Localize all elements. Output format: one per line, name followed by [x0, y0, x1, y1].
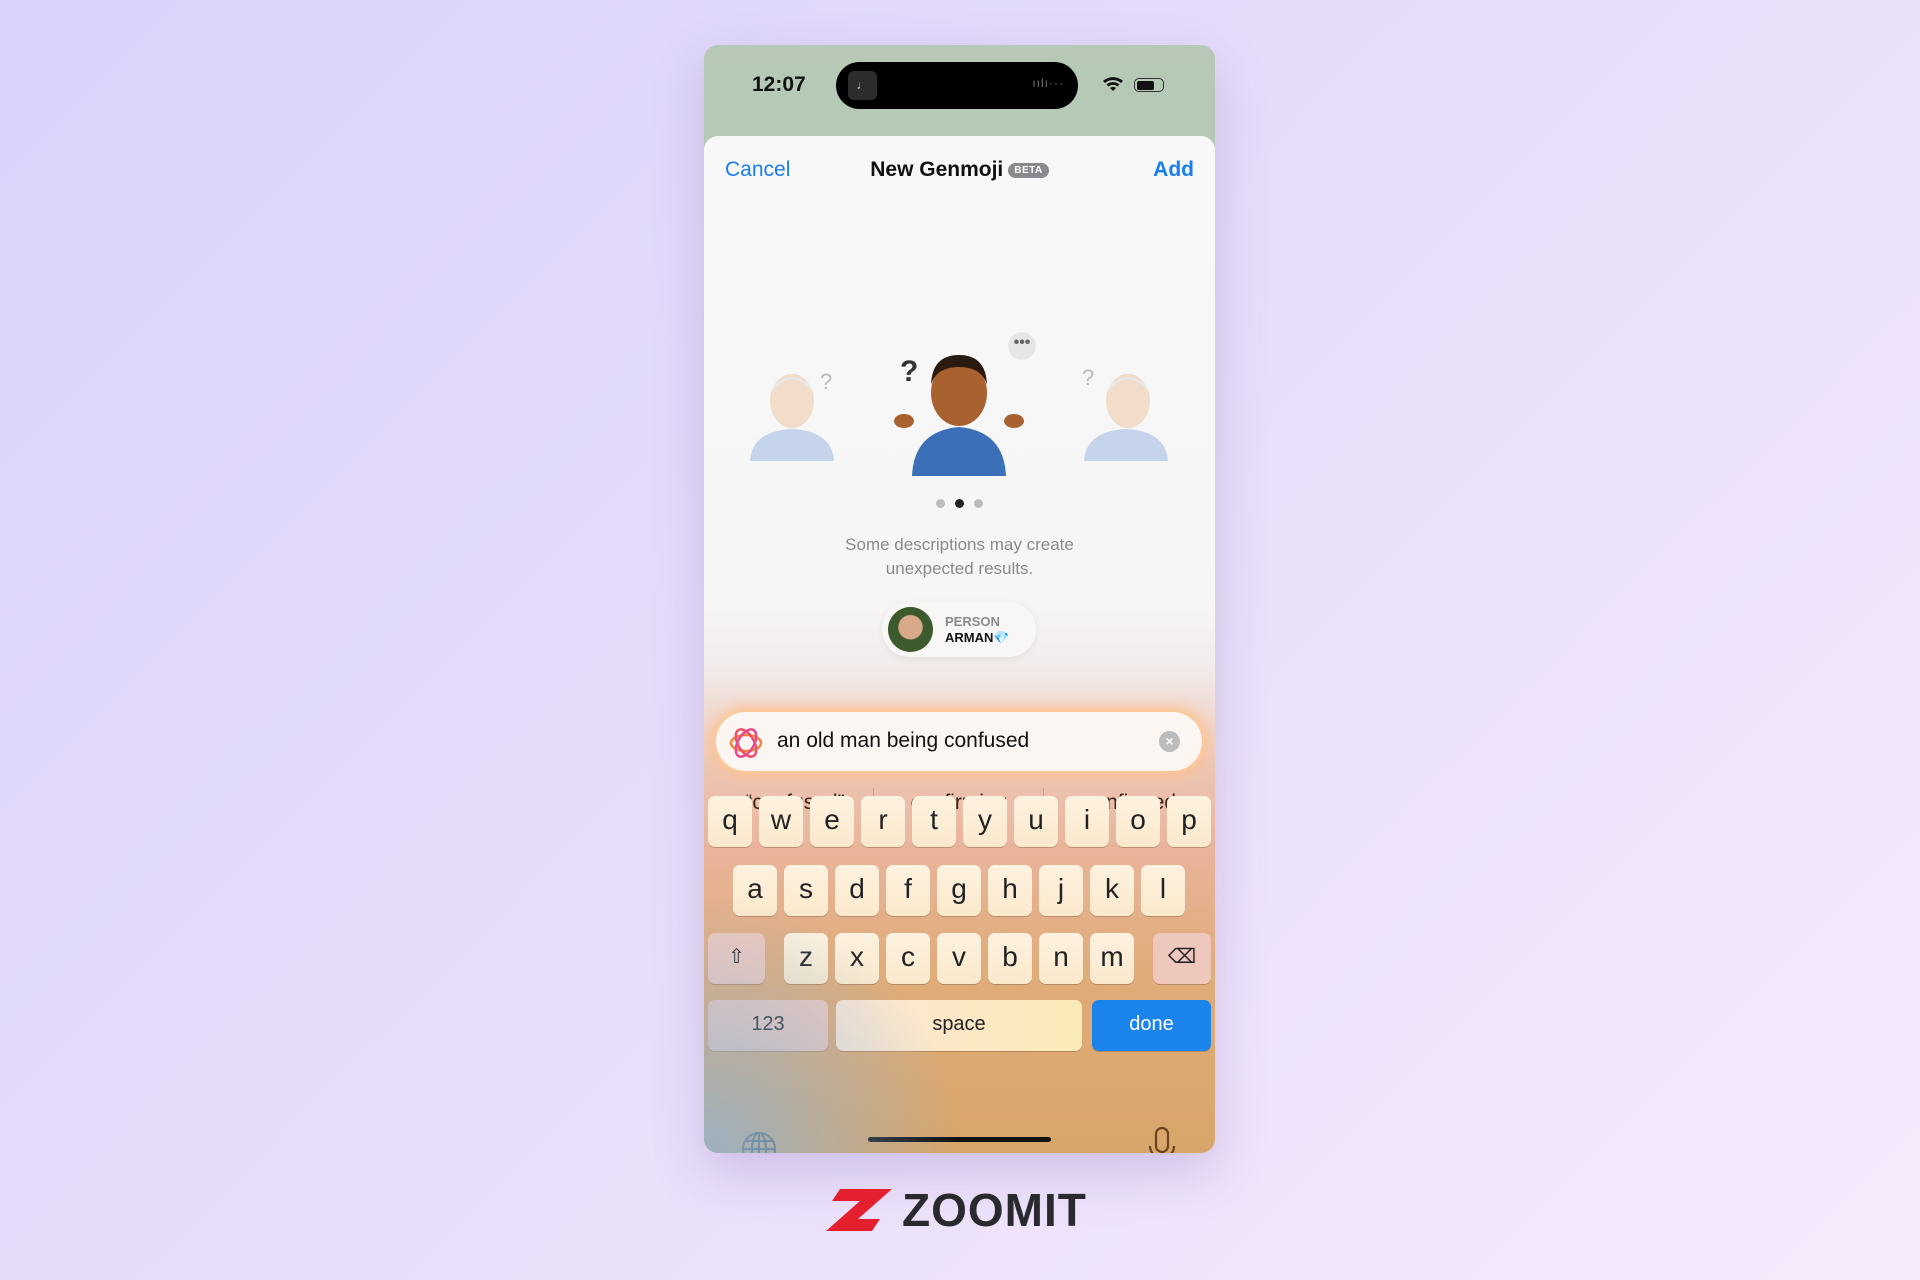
- person-name: ARMAN💎: [945, 630, 1010, 646]
- genmoji-sheet: Cancel New Genmoji BETA Add ? ? ••• ? Som…: [704, 136, 1215, 1153]
- space-key[interactable]: space: [836, 1000, 1082, 1051]
- key-o[interactable]: o: [1116, 796, 1160, 847]
- key-y[interactable]: y: [963, 796, 1007, 847]
- key-j[interactable]: j: [1039, 865, 1083, 916]
- person-name-text: ARMAN: [945, 630, 994, 645]
- hint-line: unexpected results.: [885, 559, 1034, 578]
- genmoji-option-right[interactable]: ?: [1076, 361, 1176, 461]
- key-v[interactable]: v: [937, 933, 981, 984]
- key-q[interactable]: q: [708, 796, 752, 847]
- key-k[interactable]: k: [1090, 865, 1134, 916]
- avatar: [888, 607, 933, 652]
- key-m[interactable]: m: [1090, 933, 1134, 984]
- dynamic-island[interactable]: ♩ ıılı···: [836, 62, 1078, 109]
- key-n[interactable]: n: [1039, 933, 1083, 984]
- add-button[interactable]: Add: [1153, 158, 1194, 182]
- key-a[interactable]: a: [733, 865, 777, 916]
- page-indicator[interactable]: [704, 495, 1215, 513]
- logo-wordmark: ZOOMIT: [902, 1184, 1087, 1236]
- more-options-button[interactable]: •••: [1008, 332, 1036, 360]
- apple-intelligence-icon: [729, 728, 763, 758]
- key-p[interactable]: p: [1167, 796, 1211, 847]
- key-c[interactable]: c: [886, 933, 930, 984]
- key-l[interactable]: l: [1141, 865, 1185, 916]
- page-dot-active[interactable]: [955, 499, 964, 508]
- status-time: 12:07: [752, 73, 806, 96]
- genmoji-option-center[interactable]: ?: [892, 341, 1027, 476]
- key-d[interactable]: d: [835, 865, 879, 916]
- key-b[interactable]: b: [988, 933, 1032, 984]
- key-g[interactable]: g: [937, 865, 981, 916]
- hint-text: Some descriptions may create unexpected r…: [704, 533, 1215, 581]
- prompt-text[interactable]: an old man being confused: [777, 729, 1029, 753]
- key-f[interactable]: f: [886, 865, 930, 916]
- zoomit-logo-mark: [826, 1189, 892, 1231]
- clear-icon[interactable]: ×: [1159, 731, 1180, 752]
- numbers-key[interactable]: 123: [708, 1000, 828, 1051]
- shift-key[interactable]: ⇧: [708, 933, 765, 984]
- prompt-input[interactable]: an old man being confused ×: [716, 712, 1202, 771]
- key-e[interactable]: e: [810, 796, 854, 847]
- key-i[interactable]: i: [1065, 796, 1109, 847]
- svg-text:?: ?: [1082, 365, 1094, 390]
- microphone-icon[interactable]: [1147, 1126, 1177, 1153]
- hint-line: Some descriptions may create: [845, 535, 1074, 554]
- beta-badge: BETA: [1008, 162, 1049, 178]
- waveform-icon: ıılı···: [1032, 76, 1064, 90]
- phone-screen: 12:07 ♩ ıılı··· Cancel New Genmoji BETA A…: [704, 45, 1215, 1153]
- key-r[interactable]: r: [861, 796, 905, 847]
- key-s[interactable]: s: [784, 865, 828, 916]
- page-title: New Genmoji BETA: [704, 158, 1215, 182]
- zoomit-logo: ZOOMIT: [826, 1183, 1087, 1237]
- done-key[interactable]: done: [1092, 1000, 1211, 1051]
- gem-icon: 💎: [993, 630, 1010, 645]
- genmoji-option-left[interactable]: ?: [742, 361, 842, 461]
- page-dot[interactable]: [936, 499, 945, 508]
- key-u[interactable]: u: [1014, 796, 1058, 847]
- person-label: PERSON: [945, 614, 1000, 629]
- person-chip[interactable]: PERSON ARMAN💎: [882, 602, 1036, 657]
- key-z[interactable]: z: [784, 933, 828, 984]
- svg-text:?: ?: [900, 355, 918, 388]
- wifi-icon: [1103, 77, 1123, 91]
- svg-text:?: ?: [820, 369, 832, 394]
- home-indicator[interactable]: [868, 1137, 1051, 1142]
- music-note-icon: ♩: [848, 71, 877, 100]
- key-h[interactable]: h: [988, 865, 1032, 916]
- globe-icon[interactable]: [741, 1131, 777, 1153]
- key-w[interactable]: w: [759, 796, 803, 847]
- delete-key[interactable]: ⌫: [1153, 933, 1211, 984]
- page-dot[interactable]: [974, 499, 983, 508]
- key-x[interactable]: x: [835, 933, 879, 984]
- title-text: New Genmoji: [870, 158, 1004, 181]
- key-t[interactable]: t: [912, 796, 956, 847]
- battery-icon: [1134, 78, 1164, 92]
